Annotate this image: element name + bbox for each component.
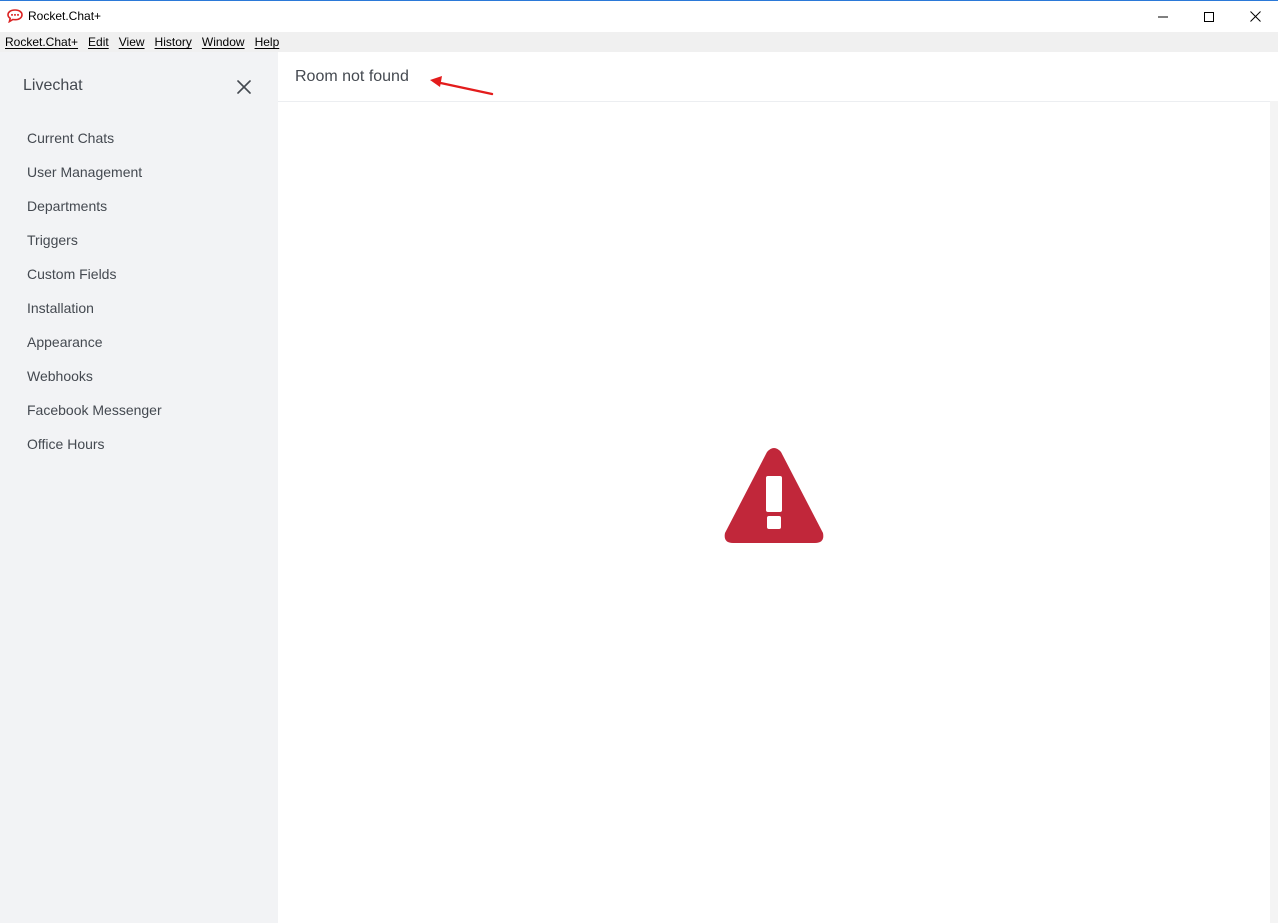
sidebar-item-appearance[interactable]: Appearance <box>0 325 278 359</box>
close-icon <box>237 80 251 94</box>
rocketchat-logo-icon <box>7 9 23 24</box>
menu-help[interactable]: Help <box>250 32 285 52</box>
menu-bar: Rocket.Chat+ Edit View History Window He… <box>0 32 1278 52</box>
warning-triangle-icon <box>724 448 824 543</box>
menu-window[interactable]: Window <box>197 32 250 52</box>
menu-rocketchat[interactable]: Rocket.Chat+ <box>0 32 83 52</box>
sidebar-item-installation[interactable]: Installation <box>0 291 278 325</box>
sidebar-item-webhooks[interactable]: Webhooks <box>0 359 278 393</box>
maximize-icon <box>1204 11 1214 22</box>
sidebar-item-triggers[interactable]: Triggers <box>0 223 278 257</box>
maximize-button[interactable] <box>1186 1 1232 32</box>
sidebar-item-facebook-messenger[interactable]: Facebook Messenger <box>0 393 278 427</box>
sidebar-close-button[interactable] <box>233 76 255 98</box>
sidebar-nav: Current Chats User Management Department… <box>0 121 278 461</box>
sidebar-item-office-hours[interactable]: Office Hours <box>0 427 278 461</box>
page-header: Room not found <box>278 52 1270 102</box>
scrollbar[interactable] <box>1270 101 1278 923</box>
main-content: Room not found <box>278 52 1278 923</box>
minimize-button[interactable] <box>1140 1 1186 32</box>
livechat-sidebar: Livechat Current Chats User Management D… <box>0 52 278 923</box>
menu-view[interactable]: View <box>114 32 150 52</box>
app-window: Rocket.Chat+ Rocket.Chat+ Edit View Hist… <box>0 0 1278 923</box>
window-title: Rocket.Chat+ <box>28 9 102 23</box>
menu-history[interactable]: History <box>150 32 197 52</box>
sidebar-item-user-management[interactable]: User Management <box>0 155 278 189</box>
annotation-arrow-icon <box>430 76 494 96</box>
title-bar: Rocket.Chat+ <box>0 1 1278 32</box>
minimize-icon <box>1158 16 1168 17</box>
sidebar-item-current-chats[interactable]: Current Chats <box>0 121 278 155</box>
menu-edit[interactable]: Edit <box>83 32 114 52</box>
close-icon <box>1249 11 1261 22</box>
window-close-button[interactable] <box>1232 1 1278 32</box>
page-title: Room not found <box>295 68 409 85</box>
sidebar-item-departments[interactable]: Departments <box>0 189 278 223</box>
sidebar-item-custom-fields[interactable]: Custom Fields <box>0 257 278 291</box>
sidebar-title: Livechat <box>23 77 83 94</box>
